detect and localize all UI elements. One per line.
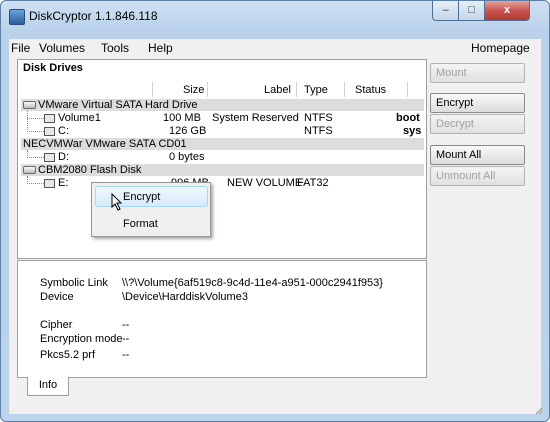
- menu-volumes[interactable]: Volumes: [39, 41, 85, 55]
- volume-icon: [44, 127, 55, 136]
- column-separator: [207, 82, 208, 97]
- volume-icon: [44, 114, 55, 123]
- volume-name: Volume1: [58, 112, 101, 124]
- column-separator: [407, 82, 408, 97]
- encryption-mode-value: --: [122, 333, 130, 345]
- column-header-size[interactable]: Size: [183, 84, 204, 97]
- volume-label: System Reserved: [212, 112, 299, 124]
- column-separator: [152, 82, 153, 97]
- cipher-value: --: [122, 319, 130, 331]
- disk-drives-panel: Disk Drives Size Label Type Status VMwar…: [17, 59, 427, 259]
- volume-size: 126 GB: [169, 125, 207, 137]
- unmount-all-button[interactable]: Unmount All: [430, 166, 525, 186]
- menu-bar: File Volumes Tools Help Homepage: [9, 39, 541, 57]
- disk-drives-title: Disk Drives: [23, 62, 83, 74]
- homepage-link[interactable]: Homepage: [471, 41, 530, 55]
- context-menu-encrypt[interactable]: Encrypt: [123, 191, 160, 203]
- context-menu-format[interactable]: Format: [123, 218, 158, 230]
- volume-flag: sys: [403, 125, 422, 137]
- column-header-label[interactable]: Label: [264, 84, 291, 97]
- disk-group-row[interactable]: NECVMWar VMware SATA CD01: [21, 138, 424, 150]
- tree-line: [27, 131, 44, 132]
- device-label: Device: [40, 291, 74, 303]
- tree-line: [27, 111, 28, 132]
- encrypt-button[interactable]: Encrypt: [430, 93, 525, 113]
- column-separator: [296, 82, 297, 97]
- mount-all-button[interactable]: Mount All: [430, 145, 525, 165]
- context-menu: Encrypt Format: [91, 182, 211, 237]
- volume-name: C:: [58, 125, 69, 137]
- tab-strip: Info: [17, 376, 427, 396]
- close-button[interactable]: x: [484, 1, 530, 21]
- disk-name: NECVMWar VMware SATA CD01: [23, 138, 187, 150]
- menu-help[interactable]: Help: [148, 41, 173, 55]
- disk-group-row[interactable]: CBM2080 Flash Disk: [21, 164, 424, 176]
- tab-info[interactable]: Info: [27, 377, 69, 396]
- column-header-status[interactable]: Status: [355, 84, 386, 97]
- volume-name: D:: [58, 151, 69, 163]
- decrypt-button[interactable]: Decrypt: [430, 114, 525, 134]
- volume-type: NTFS: [304, 125, 333, 137]
- cd-drive-icon: [44, 153, 55, 162]
- app-window: DiskCryptor 1.1.846.118 – □ x File Volum…: [0, 0, 550, 422]
- volume-size: 100 MB: [163, 112, 201, 124]
- column-header-type[interactable]: Type: [304, 84, 328, 97]
- symbolic-link-value: \\?\Volume{6af519c8-9c4d-11e4-a951-000c2…: [122, 277, 383, 289]
- window-title: DiskCryptor 1.1.846.118: [29, 9, 158, 23]
- tree-line: [27, 183, 44, 184]
- title-bar[interactable]: DiskCryptor 1.1.846.118 – □ x: [1, 1, 549, 31]
- info-panel: Symbolic Link \\?\Volume{6af519c8-9c4d-1…: [17, 260, 427, 378]
- symbolic-link-label: Symbolic Link: [40, 277, 108, 289]
- disk-name: VMware Virtual SATA Hard Drive: [38, 99, 198, 111]
- diskcryptor-app-icon: [9, 9, 25, 25]
- pkcs-prf-label: Pkcs5.2 prf: [40, 349, 96, 361]
- tree-line: [27, 157, 44, 158]
- volume-type: NTFS: [304, 112, 333, 124]
- volume-size: 0 bytes: [169, 151, 205, 163]
- minimize-button[interactable]: –: [432, 1, 459, 21]
- volume-name: E:: [58, 177, 69, 189]
- volume-type: FAT32: [297, 177, 329, 189]
- device-value: \Device\HarddiskVolume3: [122, 291, 248, 303]
- volume-flag: boot: [396, 112, 420, 124]
- column-separator: [344, 82, 345, 97]
- menu-file[interactable]: File: [11, 41, 30, 55]
- volume-icon: [44, 179, 55, 188]
- mouse-cursor-icon: [111, 193, 123, 211]
- menu-tools[interactable]: Tools: [101, 41, 129, 55]
- encryption-mode-label: Encryption mode: [40, 333, 123, 345]
- disk-name: CBM2080 Flash Disk: [38, 164, 142, 176]
- pkcs-prf-value: --: [122, 349, 130, 361]
- mount-button[interactable]: Mount: [430, 63, 525, 83]
- hard-disk-icon: [23, 101, 36, 109]
- volume-label: NEW VOLUME: [227, 177, 303, 189]
- disk-group-row[interactable]: VMware Virtual SATA Hard Drive: [21, 99, 424, 111]
- maximize-button[interactable]: □: [458, 1, 485, 21]
- flash-disk-icon: [23, 166, 36, 174]
- cipher-label: Cipher: [40, 319, 73, 331]
- resize-grip-icon[interactable]: [533, 405, 543, 415]
- tree-line: [27, 118, 44, 119]
